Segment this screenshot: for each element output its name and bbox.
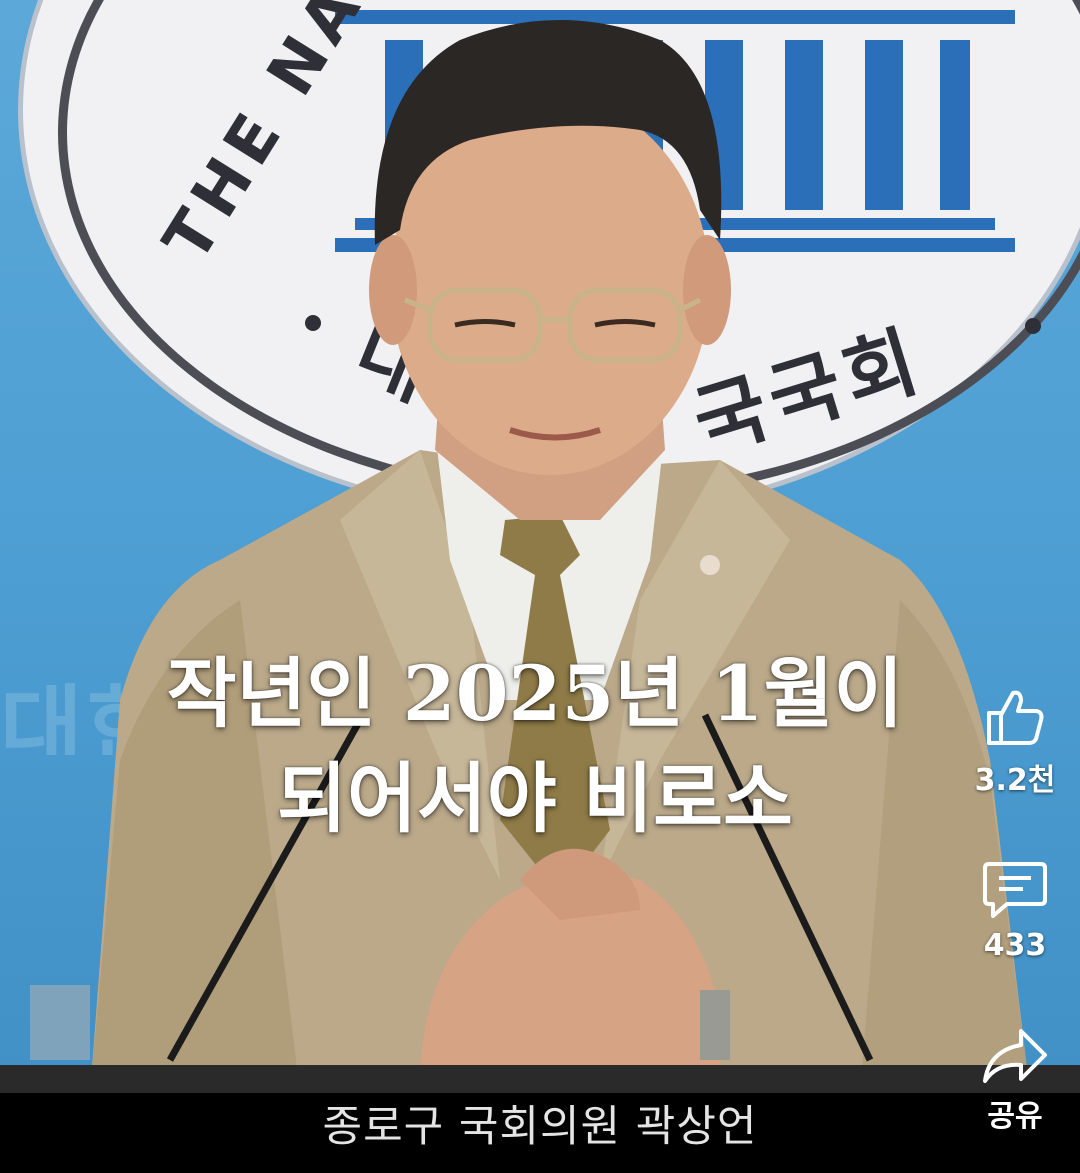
like-button[interactable]: 3.2천 bbox=[950, 685, 1080, 799]
video-frame[interactable]: 대한민국국회 대 THE NATIO 국국회 대 bbox=[0, 0, 1080, 1173]
speaker-figure bbox=[0, 20, 1080, 1095]
comment-button[interactable]: 433 bbox=[950, 858, 1080, 963]
speaker-name-caption: 종로구 국회의원 곽상언 bbox=[322, 1102, 758, 1152]
like-count: 3.2천 bbox=[974, 763, 1056, 798]
thumbs-up-icon bbox=[987, 690, 1044, 745]
subtitle-line-2: 되어서야 비로소 bbox=[277, 754, 793, 843]
share-button[interactable]: 공유 bbox=[950, 1027, 1080, 1135]
subtitle-line-1: 작년인 2025년 1월이 bbox=[166, 649, 904, 738]
comment-count: 433 bbox=[983, 928, 1047, 963]
comment-icon bbox=[983, 862, 1047, 918]
share-icon bbox=[983, 1029, 1047, 1083]
share-label: 공유 bbox=[987, 1099, 1043, 1134]
